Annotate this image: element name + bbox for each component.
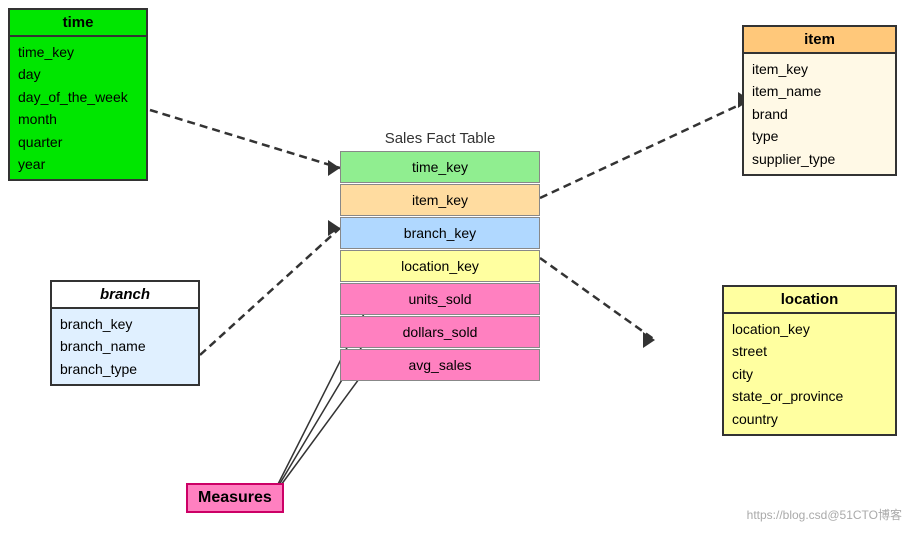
fact-table-title: Sales Fact Table xyxy=(340,130,540,147)
table-item: item item_key item_name brand type suppl… xyxy=(742,25,897,176)
branch-field-2: branch_name xyxy=(60,335,190,357)
item-field-3: brand xyxy=(752,103,887,125)
time-field-5: quarter xyxy=(18,131,138,153)
location-field-1: location_key xyxy=(732,318,887,340)
location-field-5: country xyxy=(732,408,887,430)
time-field-3: day_of_the_week xyxy=(18,86,138,108)
branch-field-3: branch_type xyxy=(60,358,190,380)
location-body: location_key street city state_or_provin… xyxy=(724,314,895,434)
fact-row-time-key: time_key xyxy=(340,151,540,183)
fact-row-dollars-sold: dollars_sold xyxy=(340,316,540,348)
time-field-4: month xyxy=(18,108,138,130)
fact-row-units-sold: units_sold xyxy=(340,283,540,315)
item-field-2: item_name xyxy=(752,80,887,102)
fact-row-item-key: item_key xyxy=(340,184,540,216)
time-field-6: year xyxy=(18,153,138,175)
item-field-5: supplier_type xyxy=(752,148,887,170)
fact-row-branch-key: branch_key xyxy=(340,217,540,249)
time-field-2: day xyxy=(18,63,138,85)
location-field-2: street xyxy=(732,340,887,362)
fact-table: Sales Fact Table time_key item_key branc… xyxy=(340,130,540,382)
time-field-1: time_key xyxy=(18,41,138,63)
item-header: item xyxy=(744,27,895,54)
item-body: item_key item_name brand type supplier_t… xyxy=(744,54,895,174)
measures-label: Measures xyxy=(186,483,284,513)
time-body: time_key day day_of_the_week month quart… xyxy=(10,37,146,179)
fact-row-location-key: location_key xyxy=(340,250,540,282)
item-field-4: type xyxy=(752,125,887,147)
table-time: time time_key day day_of_the_week month … xyxy=(8,8,148,181)
location-field-3: city xyxy=(732,363,887,385)
item-field-1: item_key xyxy=(752,58,887,80)
watermark: https://blog.csd@51CTO博客 xyxy=(747,506,902,523)
branch-header: branch xyxy=(52,282,198,309)
location-header: location xyxy=(724,287,895,314)
branch-field-1: branch_key xyxy=(60,313,190,335)
table-branch: branch branch_key branch_name branch_typ… xyxy=(50,280,200,386)
location-field-4: state_or_province xyxy=(732,385,887,407)
branch-body: branch_key branch_name branch_type xyxy=(52,309,198,384)
diagram-container: time time_key day day_of_the_week month … xyxy=(0,0,912,533)
table-location: location location_key street city state_… xyxy=(722,285,897,436)
time-header: time xyxy=(10,10,146,37)
fact-row-avg-sales: avg_sales xyxy=(340,349,540,381)
